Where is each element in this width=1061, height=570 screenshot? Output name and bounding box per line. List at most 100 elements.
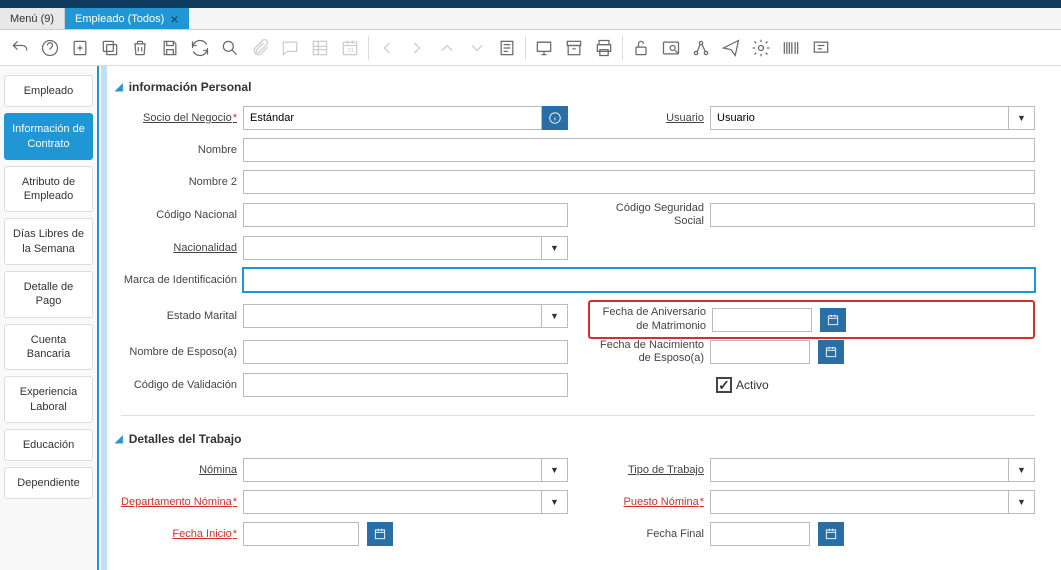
label-nombre: Nombre	[121, 144, 237, 156]
nomina-input[interactable]	[243, 458, 542, 482]
tab-bar: Menú (9) Empleado (Todos) ×	[0, 8, 1061, 30]
label-nombre2: Nombre 2	[121, 176, 237, 188]
codigo-nacional-input[interactable]	[243, 203, 568, 227]
attach-button[interactable]	[246, 34, 274, 62]
sidebar-item-dependiente[interactable]: Dependiente	[4, 467, 93, 499]
marca-id-input[interactable]	[243, 268, 1035, 292]
dropdown-icon[interactable]: ▼	[542, 304, 568, 328]
sidebar: Empleado Información de Contrato Atribut…	[0, 66, 99, 570]
send-button[interactable]	[717, 34, 745, 62]
dropdown-icon[interactable]: ▼	[542, 236, 568, 260]
dropdown-icon[interactable]: ▼	[542, 458, 568, 482]
svg-text:31: 31	[348, 48, 354, 54]
sidebar-item-educacion[interactable]: Educación	[4, 429, 93, 461]
refresh-button[interactable]	[186, 34, 214, 62]
undo-button[interactable]	[6, 34, 34, 62]
section-work-title: Detalles del Trabajo	[129, 432, 242, 446]
nombre-input[interactable]	[243, 138, 1035, 162]
next-button[interactable]	[403, 34, 431, 62]
nombre2-input[interactable]	[243, 170, 1035, 194]
section-work: ◢ Detalles del Trabajo	[107, 432, 1041, 446]
dep-nomina-input[interactable]	[243, 490, 542, 514]
present-button[interactable]	[530, 34, 558, 62]
tipo-trabajo-input[interactable]	[710, 458, 1009, 482]
sidebar-item-experiencia[interactable]: Experiencia Laboral	[4, 376, 93, 423]
esposo-input[interactable]	[243, 340, 568, 364]
label-nomina[interactable]: Nómina	[121, 464, 237, 476]
dropdown-icon[interactable]: ▼	[1009, 458, 1035, 482]
calendar-button[interactable]: 31	[336, 34, 364, 62]
print-button[interactable]	[590, 34, 618, 62]
chat-button[interactable]	[276, 34, 304, 62]
fecha-inicio-input[interactable]	[243, 522, 359, 546]
sidebar-item-detalle-pago[interactable]: Detalle de Pago	[4, 271, 93, 318]
label-marca-id: Marca de Identificación	[121, 274, 237, 287]
save-button[interactable]	[156, 34, 184, 62]
sidebar-item-contrato[interactable]: Información de Contrato	[4, 113, 93, 160]
label-esposo: Nombre de Esposo(a)	[121, 346, 237, 358]
tab-menu-label: Menú (9)	[10, 13, 54, 25]
workflow-button[interactable]	[687, 34, 715, 62]
tab-empleado[interactable]: Empleado (Todos) ×	[65, 8, 188, 29]
label-socio[interactable]: Socio del Negocio	[121, 112, 237, 124]
prev-button[interactable]	[373, 34, 401, 62]
sidebar-item-dias-libres[interactable]: Días Libres de la Semana	[4, 218, 93, 265]
label-css: Código Seguridad Social	[588, 202, 704, 228]
calendar-icon[interactable]	[820, 308, 846, 332]
nacionalidad-input[interactable]	[243, 236, 542, 260]
close-icon[interactable]: ×	[170, 11, 178, 27]
toolbar: 31	[0, 30, 1061, 66]
scroll-indicator[interactable]	[101, 66, 107, 570]
puesto-nomina-input[interactable]	[710, 490, 1009, 514]
grid-button[interactable]	[306, 34, 334, 62]
search-button[interactable]	[216, 34, 244, 62]
calendar-icon[interactable]	[818, 522, 844, 546]
tab-menu[interactable]: Menú (9)	[0, 8, 65, 29]
calendar-icon[interactable]	[367, 522, 393, 546]
sidebar-item-cuenta-bancaria[interactable]: Cuenta Bancaria	[4, 324, 93, 371]
sidebar-item-empleado[interactable]: Empleado	[4, 75, 93, 107]
toolbar-divider-3	[622, 36, 623, 60]
up-button[interactable]	[433, 34, 461, 62]
report-button[interactable]	[493, 34, 521, 62]
fecha-final-input[interactable]	[710, 522, 810, 546]
aniversario-input[interactable]	[712, 308, 812, 332]
label-tipo-trabajo[interactable]: Tipo de Trabajo	[588, 464, 704, 476]
dropdown-icon[interactable]: ▼	[1009, 106, 1035, 130]
screen-button[interactable]	[807, 34, 835, 62]
codigo-validacion-input[interactable]	[243, 373, 568, 397]
settings-button[interactable]	[747, 34, 775, 62]
help-button[interactable]	[36, 34, 64, 62]
delete-button[interactable]	[126, 34, 154, 62]
section-personal: ◢ información Personal	[107, 80, 1041, 94]
fecha-nac-esposo-input[interactable]	[710, 340, 810, 364]
copy-button[interactable]	[96, 34, 124, 62]
down-button[interactable]	[463, 34, 491, 62]
dropdown-icon[interactable]: ▼	[1009, 490, 1035, 514]
usuario-input[interactable]	[710, 106, 1009, 130]
section-personal-title: información Personal	[129, 80, 252, 94]
barcode-button[interactable]	[777, 34, 805, 62]
label-nacionalidad[interactable]: Nacionalidad	[121, 242, 237, 254]
label-dep-nomina[interactable]: Departamento Nómina	[121, 496, 237, 508]
info-icon[interactable]	[542, 106, 568, 130]
collapse-icon[interactable]: ◢	[115, 434, 123, 445]
section-divider	[121, 415, 1035, 416]
estado-marital-input[interactable]	[243, 304, 542, 328]
new-button[interactable]	[66, 34, 94, 62]
label-estado-marital: Estado Marital	[121, 310, 237, 322]
zoom-button[interactable]	[657, 34, 685, 62]
calendar-icon[interactable]	[818, 340, 844, 364]
archive-button[interactable]	[560, 34, 588, 62]
activo-checkbox[interactable]: ✓	[716, 377, 732, 393]
dropdown-icon[interactable]: ▼	[542, 490, 568, 514]
label-puesto-nomina[interactable]: Puesto Nómina	[588, 496, 704, 508]
label-fecha-inicio[interactable]: Fecha Inicio	[121, 528, 237, 540]
main-panel: ◢ información Personal Socio del Negocio…	[99, 66, 1061, 570]
label-usuario[interactable]: Usuario	[588, 112, 704, 124]
collapse-icon[interactable]: ◢	[115, 82, 123, 93]
socio-input[interactable]	[243, 106, 542, 130]
sidebar-item-atributo[interactable]: Atributo de Empleado	[4, 166, 93, 213]
unlock-button[interactable]	[627, 34, 655, 62]
css-input[interactable]	[710, 203, 1035, 227]
